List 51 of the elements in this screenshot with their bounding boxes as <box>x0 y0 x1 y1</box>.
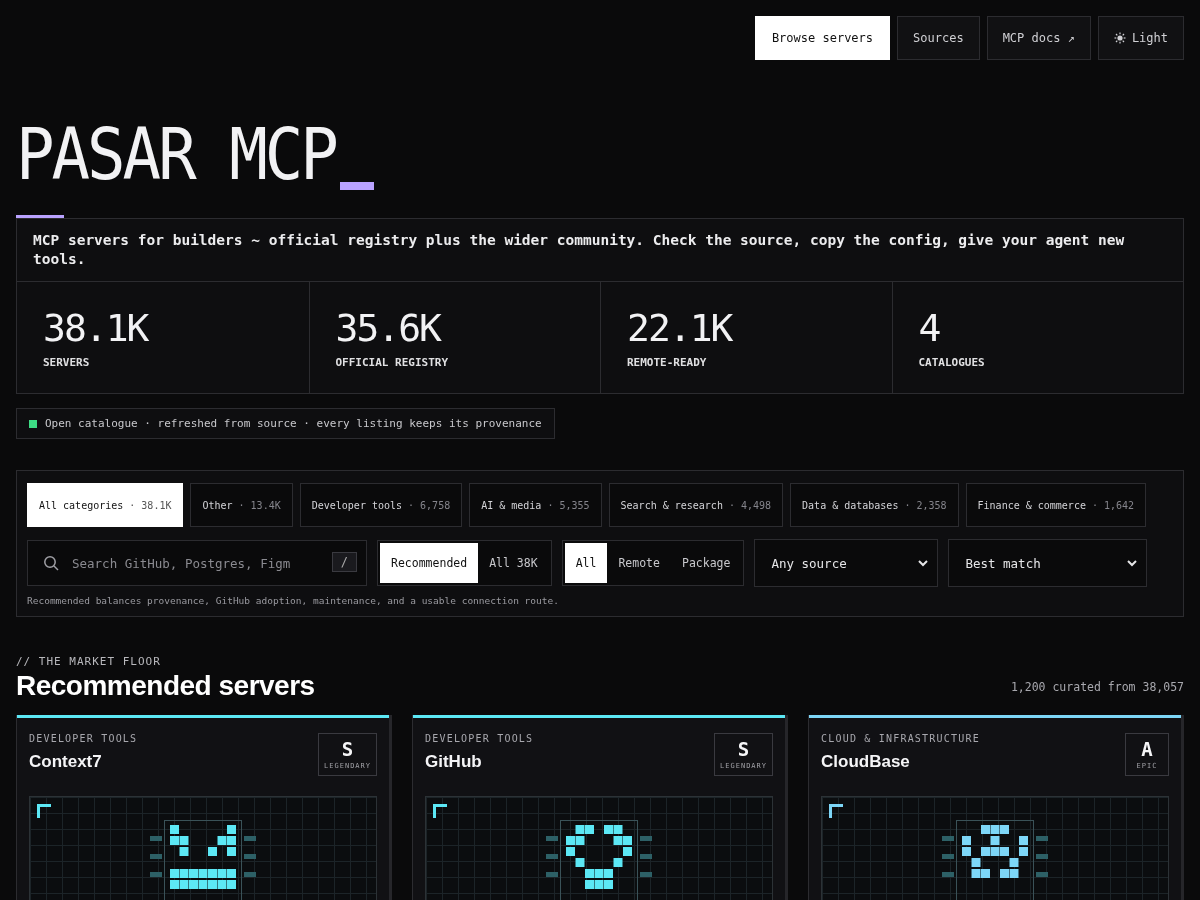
card-category: DEVELOPER TOOLS <box>425 733 534 744</box>
tier-letter: S <box>341 738 354 760</box>
stat-value: 35.6K <box>335 305 442 352</box>
accent-line <box>16 215 64 218</box>
sort-option[interactable]: Recommended <box>380 543 479 583</box>
chevron-icon <box>1126 557 1139 569</box>
transport-option[interactable]: Package <box>670 543 742 583</box>
description-text: MCP servers for builders ~ official registry plus the wider community. Check the source, copy the config, give your agent new tools. <box>16 218 1184 282</box>
nav-link[interactable]: Sources <box>897 16 980 60</box>
card-title: GitHub <box>425 752 483 772</box>
tier-letter: A <box>1141 738 1153 760</box>
category-chip[interactable]: Other · 13.4K <box>190 483 293 527</box>
order-dropdown[interactable]: Best match <box>948 539 1148 587</box>
stat-label: CATALOGUES <box>918 356 986 369</box>
stat-label: OFFICIAL REGISTRY <box>335 356 450 369</box>
stat-value: 22.1K <box>627 305 734 352</box>
sort-option[interactable]: All 38K <box>478 543 549 583</box>
sun-icon <box>1113 32 1126 44</box>
chevron-icon <box>917 557 930 569</box>
category-chip[interactable]: Developer tools · 6,758 <box>299 483 463 527</box>
card-title: CloudBase <box>821 752 911 772</box>
card-title: Context7 <box>29 752 103 772</box>
status-text: Open catalogue · refreshed from source · every listing keeps its provenance <box>45 417 542 430</box>
source-dropdown[interactable]: Any source <box>754 539 939 587</box>
hint-text: Recommended balances provenance, GitHub adoption, maintenance, and a usable connection route. <box>27 595 560 606</box>
card-category: CLOUD & INFRASTRUCTURE <box>821 733 980 744</box>
transport-option[interactable]: All <box>564 543 608 583</box>
cursor-mark <box>339 182 374 190</box>
corner-bracket-icon <box>829 804 843 818</box>
result-count: 1,200 curated from 38,057 <box>1010 680 1184 694</box>
nav-link[interactable]: Browse servers <box>754 16 891 60</box>
stat-label: REMOTE-READY <box>627 356 708 369</box>
category-chip[interactable]: Search & research · 4,498 <box>608 483 784 527</box>
stat-label: SERVERS <box>43 356 91 369</box>
shortcut-key: / <box>331 552 357 572</box>
section-eyebrow: // THE MARKET FLOOR <box>16 655 162 668</box>
card-category: DEVELOPER TOOLS <box>29 733 138 744</box>
category-chip[interactable]: Data & databases · 2,358 <box>790 483 959 527</box>
transport-option[interactable]: Remote <box>607 543 671 583</box>
corner-bracket-icon <box>37 804 51 818</box>
category-chip[interactable]: All categories · 38.1K <box>27 483 184 527</box>
page-title: PASAR MCP <box>16 118 336 190</box>
category-chip[interactable]: Finance & commerce · 1,642 <box>965 483 1147 527</box>
tier-letter: S <box>737 738 750 760</box>
category-chip[interactable]: AI & media · 5,355 <box>469 483 602 527</box>
nav-link[interactable]: MCP docs ↗ <box>986 16 1091 60</box>
section-title: Recommended servers <box>16 670 315 702</box>
stat-value: 4 <box>918 305 941 352</box>
theme-toggle[interactable]: Light <box>1097 16 1184 60</box>
corner-bracket-icon <box>433 804 447 818</box>
stat-value: 38.1K <box>43 305 150 352</box>
